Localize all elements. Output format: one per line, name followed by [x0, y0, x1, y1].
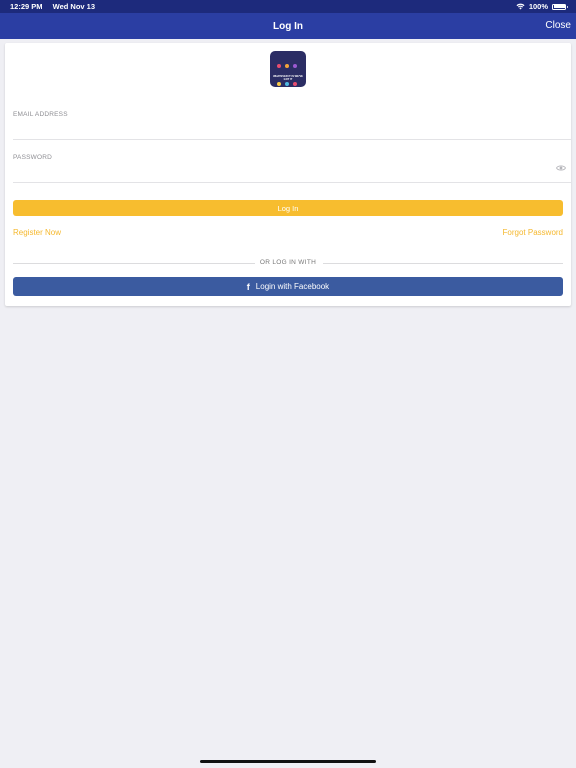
password-field[interactable] [13, 163, 551, 177]
page-title: Log In [273, 20, 303, 32]
status-left: 12:29 PM Wed Nov 13 [10, 2, 103, 11]
login-button[interactable]: Log In [13, 200, 563, 216]
home-indicator [200, 760, 376, 763]
eye-icon[interactable] [556, 164, 566, 172]
login-card: WHATEVER IT IS WE'VE GOT IT EMAIL ADDRES… [5, 43, 571, 306]
logo-graphic [275, 56, 301, 87]
status-time: 12:29 PM [10, 2, 43, 11]
facebook-login-label: Login with Facebook [255, 282, 330, 291]
app-logo: WHATEVER IT IS WE'VE GOT IT [270, 51, 306, 87]
email-label: EMAIL ADDRESS [13, 111, 68, 118]
email-field[interactable] [13, 122, 571, 136]
password-label: PASSWORD [13, 154, 53, 161]
status-date: Wed Nov 13 [52, 2, 95, 11]
battery-percent: 100% [528, 2, 548, 11]
nav-bar: Log In Close [0, 13, 576, 39]
wifi-icon [516, 3, 525, 10]
facebook-login-button[interactable]: f Login with Facebook [13, 277, 563, 296]
register-link[interactable]: Register Now [13, 228, 61, 237]
facebook-icon: f [246, 281, 250, 292]
divider-right [323, 263, 563, 264]
password-underline [13, 182, 571, 183]
logo-text: WHATEVER IT IS WE'VE GOT IT [273, 75, 303, 81]
forgot-password-link[interactable]: Forgot Password [503, 228, 563, 237]
close-button[interactable]: Close [545, 20, 571, 31]
status-right: 100% [516, 2, 568, 11]
battery-icon [552, 3, 568, 10]
email-underline [13, 139, 571, 140]
status-bar: 12:29 PM Wed Nov 13 100% [0, 0, 576, 13]
